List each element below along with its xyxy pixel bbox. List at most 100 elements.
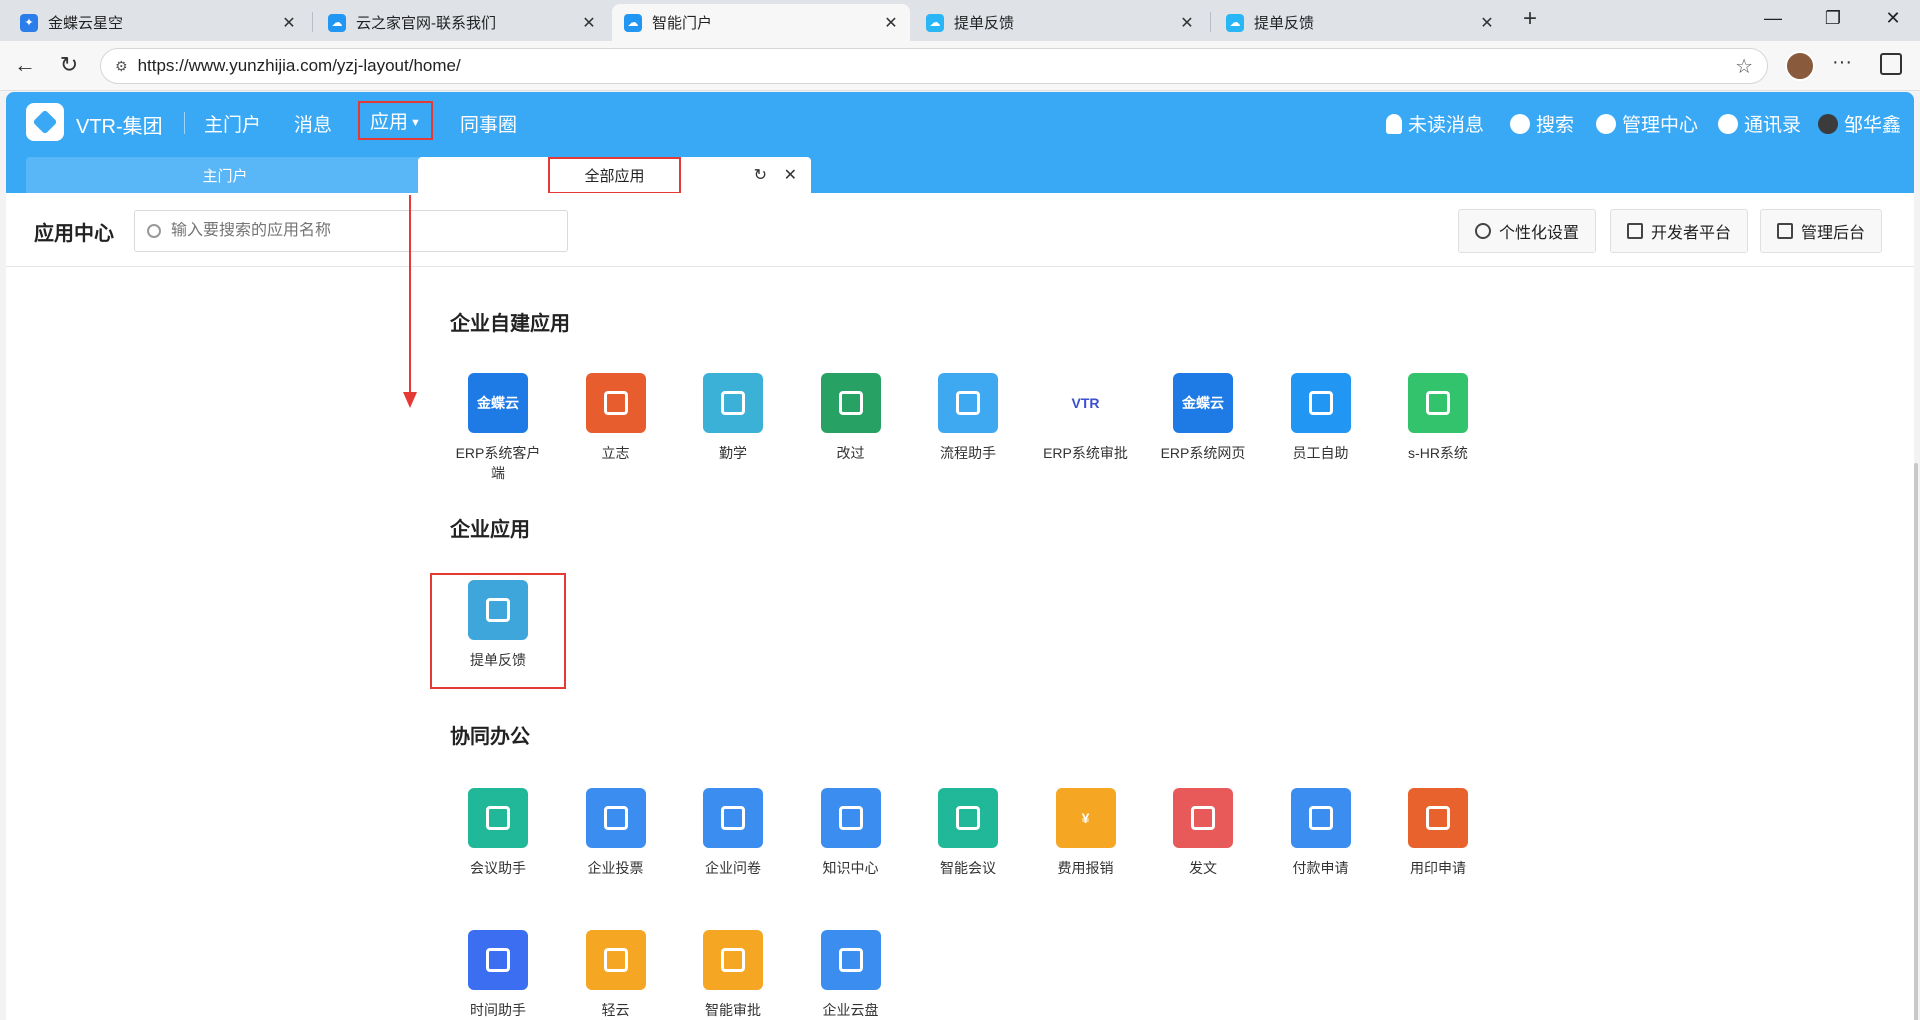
app-tile[interactable]: 金蝶云 ERP系统客户端 xyxy=(450,373,546,483)
restore-icon[interactable]: ❐ xyxy=(1818,8,1848,29)
brand-name[interactable]: VTR-集团 xyxy=(76,110,163,139)
app-icon xyxy=(820,373,881,433)
nav-colleagues[interactable]: 同事圈 xyxy=(460,110,517,137)
new-tab-plus-icon[interactable]: + xyxy=(1516,6,1544,34)
app-tile[interactable]: 发文 xyxy=(1155,788,1251,878)
close-icon[interactable]: ✕ xyxy=(280,13,298,33)
app-tile[interactable]: s-HR系统 xyxy=(1390,373,1486,463)
close-icon[interactable]: ✕ xyxy=(882,13,900,33)
app-tile[interactable]: 智能会议 xyxy=(920,788,1016,878)
sidebar-toggle-icon[interactable] xyxy=(1880,53,1902,75)
search-button[interactable]: 搜索 xyxy=(1510,110,1574,137)
app-glyph-icon xyxy=(1426,391,1450,415)
kingdee-icon: ✦ xyxy=(20,13,38,32)
tab-label: 提单反馈 xyxy=(1254,15,1315,32)
developer-platform-button[interactable]: 开发者平台 xyxy=(1610,209,1749,253)
personalize-button[interactable]: 个性化设置 xyxy=(1458,209,1597,253)
browser-tab-active[interactable]: ☁ 智能门户 ✕ xyxy=(612,4,910,41)
unread-label: 未读消息 xyxy=(1408,115,1485,136)
app-label: 时间助手 xyxy=(470,1002,526,1018)
app-tile[interactable]: 付款申请 xyxy=(1273,788,1369,878)
browser-tab[interactable]: ☁ 提单反馈 ✕ xyxy=(1214,4,1506,41)
scrollbar[interactable] xyxy=(1914,463,1918,1020)
browser-tab[interactable]: ☁ 提单反馈 ✕ xyxy=(914,4,1206,41)
user-menu[interactable]: 邹华鑫 xyxy=(1818,110,1901,137)
admin-center-button[interactable]: 管理中心 xyxy=(1596,110,1698,137)
nav-home[interactable]: 主门户 xyxy=(204,110,261,137)
app-tile[interactable]: 轻云 xyxy=(568,930,664,1020)
app-tile[interactable]: 员工自助 xyxy=(1273,373,1369,463)
unread-messages-button[interactable]: 未读消息 xyxy=(1386,110,1484,137)
app-search[interactable] xyxy=(134,210,568,252)
app-icon xyxy=(938,373,998,433)
contacts-button[interactable]: 通讯录 xyxy=(1718,110,1801,137)
more-menu-icon[interactable]: ··· xyxy=(1832,51,1852,74)
refresh-icon[interactable]: ↻ xyxy=(754,165,767,185)
app-glyph-icon xyxy=(603,948,628,972)
reload-icon[interactable]: ↻ xyxy=(54,51,84,81)
annotation-arrow-head xyxy=(403,392,417,408)
cloud-icon: ☁ xyxy=(926,13,944,32)
app-glyph-icon xyxy=(1308,391,1333,415)
app-tile[interactable]: 勤学 xyxy=(685,373,781,463)
close-icon[interactable]: ✕ xyxy=(1178,13,1196,33)
app-tile[interactable]: 智能审批 xyxy=(685,930,781,1020)
search-input[interactable] xyxy=(171,222,551,240)
app-tile[interactable]: ¥ 费用报销 xyxy=(1038,788,1134,878)
app-icon xyxy=(1290,373,1351,433)
annotation-arrow-line xyxy=(409,195,411,395)
search-icon xyxy=(147,224,161,238)
close-icon[interactable]: ✕ xyxy=(784,165,797,185)
back-arrow-icon[interactable]: ← xyxy=(10,51,40,81)
app-center-toolbar: 应用中心 个性化设置 开发者平台 管理后台 xyxy=(6,193,1914,267)
browser-tab[interactable]: ☁ 云之家官网-联系我们 ✕ xyxy=(316,4,608,41)
bell-icon xyxy=(1386,113,1402,134)
app-tile[interactable]: 知识中心 xyxy=(803,788,899,878)
close-icon[interactable]: ✕ xyxy=(1478,13,1496,33)
app-tile[interactable]: 流程助手 xyxy=(920,373,1016,463)
user-name: 邹华鑫 xyxy=(1844,115,1902,136)
site-info-icon[interactable]: ⚙ xyxy=(115,58,128,75)
app-label: ERP系统客户端 xyxy=(455,445,541,481)
app-tile[interactable]: 金蝶云 ERP系统网页 xyxy=(1155,373,1251,463)
app-tile[interactable]: VTR ERP系统审批 xyxy=(1038,373,1134,463)
admin-backend-button[interactable]: 管理后台 xyxy=(1760,209,1883,253)
nav-messages[interactable]: 消息 xyxy=(294,110,332,137)
app-tile[interactable]: 企业云盘 xyxy=(803,930,899,1020)
app-tile[interactable]: 企业投票 xyxy=(568,788,664,878)
app-logo[interactable] xyxy=(26,103,64,141)
avatar xyxy=(1818,113,1838,134)
nav-apps[interactable]: 应用 ▼ xyxy=(358,101,433,140)
close-icon[interactable]: ✕ xyxy=(580,13,598,33)
app-label: 流程助手 xyxy=(940,445,996,461)
tab-home-portal[interactable]: 主门户 xyxy=(26,157,424,193)
app-tile[interactable]: 立志 xyxy=(568,373,664,463)
app-icon xyxy=(585,788,646,848)
app-glyph-icon xyxy=(721,391,745,415)
app-label: 智能审批 xyxy=(705,1002,761,1018)
url-input[interactable]: ⚙ https://www.yunzhijia.com/yzj-layout/h… xyxy=(100,48,1768,84)
app-label: 费用报销 xyxy=(1057,860,1114,876)
search-label: 搜索 xyxy=(1536,115,1575,136)
app-icon: 金蝶云 xyxy=(468,373,528,433)
browser-tab[interactable]: ✦ 金蝶云星空 ✕ xyxy=(8,4,308,41)
nav-apps-label: 应用 xyxy=(370,112,409,133)
app-glyph-icon xyxy=(603,806,628,830)
app-icon xyxy=(703,930,763,990)
app-tile[interactable]: 会议助手 xyxy=(450,788,546,878)
app-tile[interactable]: 改过 xyxy=(803,373,899,463)
code-icon xyxy=(1627,223,1643,239)
bookmark-star-icon[interactable]: ☆ xyxy=(1735,54,1753,79)
tab-divider xyxy=(1210,12,1211,32)
app-tile[interactable]: 用印申请 xyxy=(1390,788,1486,878)
app-icon xyxy=(820,788,881,848)
profile-avatar[interactable] xyxy=(1785,51,1815,81)
app-tile[interactable]: 企业问卷 xyxy=(685,788,781,878)
app-tile[interactable]: 时间助手 xyxy=(450,930,546,1020)
minimize-icon[interactable]: — xyxy=(1758,8,1788,29)
app-label: 付款申请 xyxy=(1292,860,1349,876)
tab-all-apps[interactable]: 全部应用 ↻ ✕ xyxy=(418,156,811,194)
cloud-icon: ☁ xyxy=(328,13,346,32)
cloud-icon: ☁ xyxy=(624,13,642,32)
window-close-icon[interactable]: ✕ xyxy=(1878,8,1908,29)
